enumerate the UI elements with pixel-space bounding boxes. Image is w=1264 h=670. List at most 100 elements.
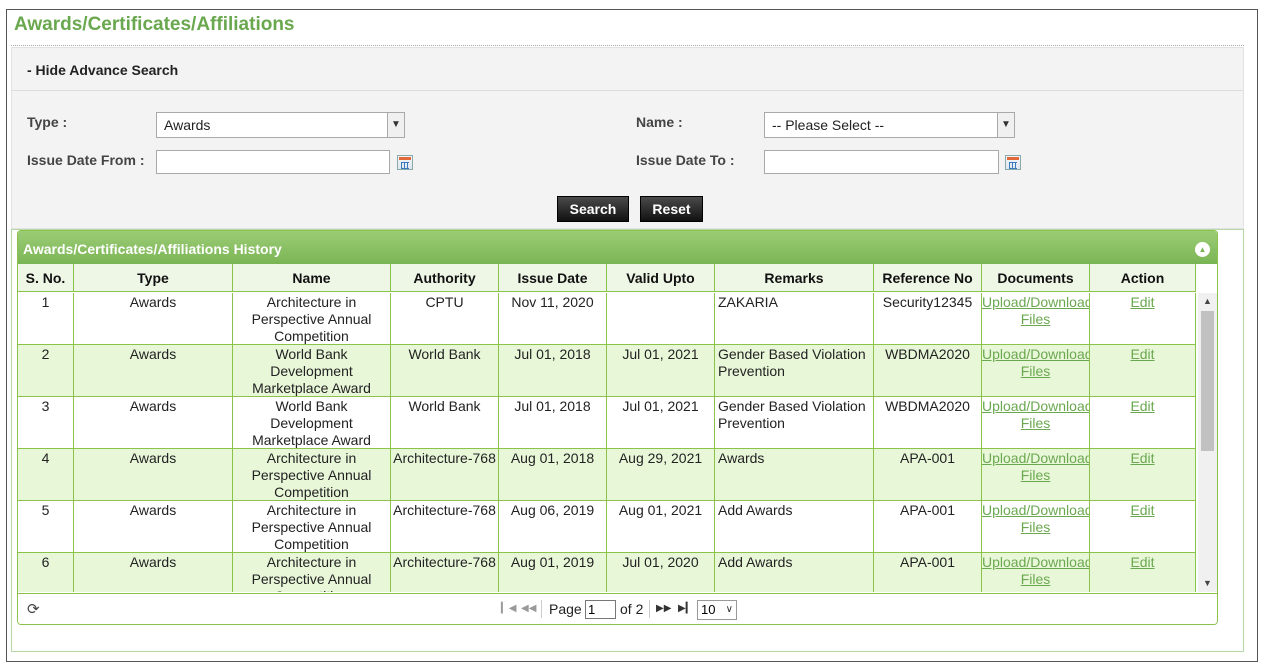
grid-caption-text: Awards/Certificates/Affiliations History: [23, 241, 282, 257]
table-row[interactable]: 3 Awards World Bank Development Marketpl…: [18, 397, 1196, 449]
upload-download-files-link[interactable]: Upload/Download Files: [982, 450, 1089, 483]
page-size-select[interactable]: 10 ∨: [697, 600, 737, 620]
name-select[interactable]: -- Please Select -- ▼: [764, 112, 1015, 138]
cell-issue-date: Jul 01, 2018: [499, 345, 607, 397]
cell-documents: Upload/Download Files: [982, 293, 1090, 345]
edit-link[interactable]: Edit: [1130, 502, 1154, 518]
table-row[interactable]: 4 Awards Architecture in Perspective Ann…: [18, 449, 1196, 501]
name-label: Name :: [636, 114, 683, 130]
upload-download-files-link[interactable]: Upload/Download Files: [982, 502, 1089, 535]
scroll-down-icon[interactable]: ▼: [1198, 575, 1217, 592]
col-header-remarks[interactable]: Remarks: [715, 264, 874, 292]
cell-action: Edit: [1090, 293, 1196, 345]
issue-date-from-label: Issue Date From :: [27, 152, 145, 168]
page-title: Awards/Certificates/Affiliations: [14, 14, 295, 35]
table-row[interactable]: 5 Awards Architecture in Perspective Ann…: [18, 501, 1196, 553]
cell-remarks: Add Awards: [715, 501, 874, 553]
issue-date-to-label: Issue Date To :: [636, 152, 735, 168]
cell-valid-upto: Aug 01, 2021: [607, 501, 715, 553]
calendar-icon[interactable]: [1005, 155, 1021, 170]
issue-date-to-input[interactable]: [764, 150, 999, 174]
cell-name: Architecture in Perspective Annual Compe…: [233, 449, 391, 501]
cell-action: Edit: [1090, 501, 1196, 553]
issue-date-from-input[interactable]: [156, 150, 390, 174]
table-row[interactable]: 2 Awards World Bank Development Marketpl…: [18, 345, 1196, 397]
page-label: Page: [549, 601, 582, 617]
cell-sno: 1: [18, 293, 74, 345]
edit-link[interactable]: Edit: [1130, 398, 1154, 414]
cell-documents: Upload/Download Files: [982, 449, 1090, 501]
chevron-down-icon: ▼: [387, 113, 404, 137]
table-row[interactable]: 6 Awards Architecture in Perspective Ann…: [18, 553, 1196, 592]
col-header-authority[interactable]: Authority: [391, 264, 499, 292]
cell-reference-no: WBDMA2020: [874, 345, 982, 397]
reset-button[interactable]: Reset: [640, 196, 703, 222]
cell-remarks: ZAKARIA: [715, 293, 874, 345]
cell-valid-upto: Jul 01, 2021: [607, 397, 715, 449]
cell-authority: World Bank: [391, 397, 499, 449]
edit-link[interactable]: Edit: [1130, 554, 1154, 570]
edit-link[interactable]: Edit: [1130, 294, 1154, 310]
upload-download-files-link[interactable]: Upload/Download Files: [982, 398, 1089, 431]
cell-authority: Architecture-768: [391, 449, 499, 501]
upload-download-files-link[interactable]: Upload/Download Files: [982, 346, 1089, 379]
upload-download-files-link[interactable]: Upload/Download Files: [982, 554, 1089, 587]
cell-authority: World Bank: [391, 345, 499, 397]
cell-issue-date: Aug 01, 2019: [499, 553, 607, 592]
edit-link[interactable]: Edit: [1130, 450, 1154, 466]
type-select[interactable]: Awards ▼: [156, 112, 405, 138]
cell-issue-date: Aug 01, 2018: [499, 449, 607, 501]
cell-remarks: Add Awards: [715, 553, 874, 592]
cell-sno: 5: [18, 501, 74, 553]
collapse-icon[interactable]: ▲: [1195, 242, 1210, 257]
type-label: Type :: [27, 114, 68, 130]
pager-separator: [649, 600, 650, 618]
col-header-sno[interactable]: S. No.: [18, 264, 74, 292]
cell-type: Awards: [74, 553, 233, 592]
cell-sno: 4: [18, 449, 74, 501]
cell-action: Edit: [1090, 553, 1196, 592]
scrollbar-thumb[interactable]: [1201, 311, 1214, 451]
prev-page-icon[interactable]: ◀◀: [521, 603, 536, 614]
cell-type: Awards: [74, 501, 233, 553]
grid-caption: Awards/Certificates/Affiliations History…: [18, 231, 1217, 264]
col-header-issue-date[interactable]: Issue Date: [499, 264, 607, 292]
chevron-down-icon: ∨: [725, 604, 733, 615]
cell-type: Awards: [74, 449, 233, 501]
cell-authority: Architecture-768: [391, 501, 499, 553]
cell-name: Architecture in Perspective Annual Compe…: [233, 553, 391, 592]
last-page-icon[interactable]: ▶▎: [678, 603, 693, 614]
cell-documents: Upload/Download Files: [982, 397, 1090, 449]
col-header-reference-no[interactable]: Reference No: [874, 264, 982, 292]
next-page-icon[interactable]: ▶▶: [656, 603, 671, 614]
page-number-input[interactable]: 1: [585, 600, 616, 619]
upload-download-files-link[interactable]: Upload/Download Files: [982, 294, 1089, 327]
col-header-valid-upto[interactable]: Valid Upto: [607, 264, 715, 292]
grid-header-row: S. No. Type Name Authority Issue Date Va…: [18, 264, 1196, 292]
cell-authority: Architecture-768: [391, 553, 499, 592]
scroll-up-icon[interactable]: ▲: [1198, 293, 1217, 310]
cell-reference-no: APA-001: [874, 553, 982, 592]
cell-valid-upto: Jul 01, 2020: [607, 553, 715, 592]
cell-remarks: Gender Based Violation Prevention: [715, 345, 874, 397]
cell-name: Architecture in Perspective Annual Compe…: [233, 501, 391, 553]
col-header-action[interactable]: Action: [1090, 264, 1196, 292]
col-header-type[interactable]: Type: [74, 264, 233, 292]
hide-advance-search-toggle[interactable]: - Hide Advance Search: [27, 62, 178, 78]
col-header-documents[interactable]: Documents: [982, 264, 1090, 292]
vertical-scrollbar[interactable]: ▲ ▼: [1198, 293, 1217, 592]
cell-name: World Bank Development Marketplace Award: [233, 397, 391, 449]
name-select-value: -- Please Select --: [772, 117, 885, 133]
cell-sno: 2: [18, 345, 74, 397]
cell-issue-date: Nov 11, 2020: [499, 293, 607, 345]
type-select-value: Awards: [164, 117, 211, 133]
cell-documents: Upload/Download Files: [982, 501, 1090, 553]
table-row[interactable]: 1 Awards Architecture in Perspective Ann…: [18, 293, 1196, 345]
col-header-name[interactable]: Name: [233, 264, 391, 292]
first-page-icon[interactable]: ▎◀: [501, 603, 516, 614]
history-grid: Awards/Certificates/Affiliations History…: [17, 230, 1218, 625]
edit-link[interactable]: Edit: [1130, 346, 1154, 362]
calendar-icon[interactable]: [397, 155, 413, 170]
refresh-icon[interactable]: ⟳: [27, 600, 40, 618]
search-button[interactable]: Search: [557, 196, 629, 222]
